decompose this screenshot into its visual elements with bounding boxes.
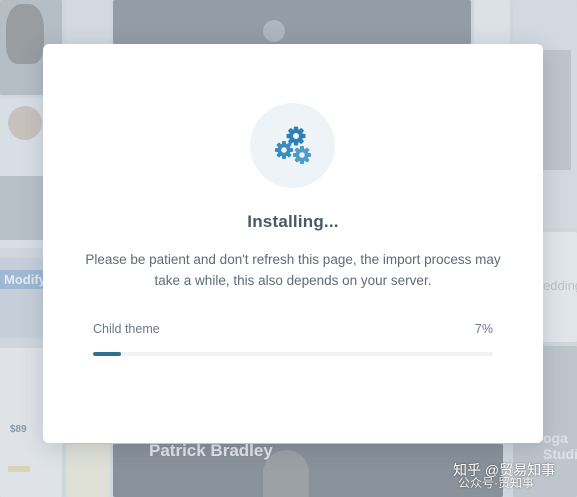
- icon-badge: [250, 103, 335, 188]
- watermark-subtext: 公众号·贸知事: [458, 476, 534, 490]
- modal-title: Installing...: [247, 212, 339, 231]
- progress-percent: 7%: [474, 322, 493, 336]
- progress-bar-fill: [93, 352, 121, 356]
- progress-step-label: Child theme: [93, 322, 160, 336]
- progress-bar: [93, 352, 493, 356]
- modal-description: Please be patient and don't refresh this…: [85, 252, 501, 288]
- install-progress-modal: Installing... Please be patient and don'…: [43, 44, 543, 443]
- gears-icon: [275, 126, 311, 164]
